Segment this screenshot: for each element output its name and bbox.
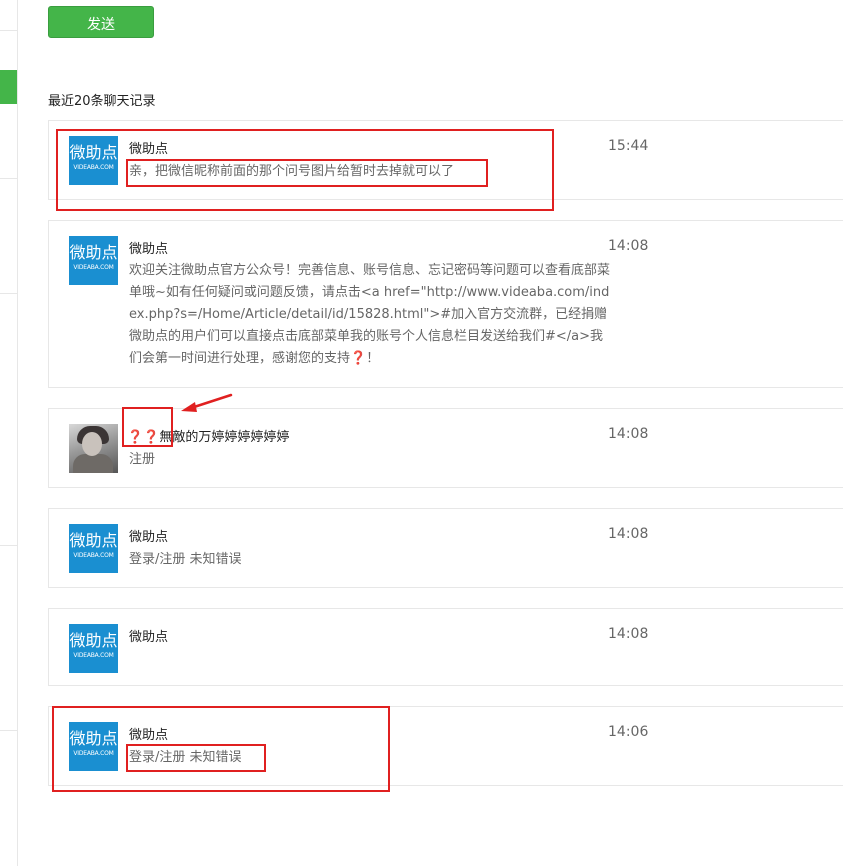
avatar-body-shape (73, 454, 113, 473)
message-item: 微助点 VIDEABA.COM 微助点 15:44 亲，把微信昵称前面的那个问号… (48, 120, 843, 200)
sender-name: 微助点 (129, 630, 169, 645)
message-item: 微助点 VIDEABA.COM 微助点 14:08 欢迎关注微助点官方公众号！完… (48, 220, 843, 388)
message-text: 登录/注册 未知错误 (129, 552, 242, 567)
message-time: 14:08 (608, 238, 649, 254)
sender-name-text: 無敵的万婷婷婷婷婷婷 (159, 430, 290, 445)
message-item: 微助点 VIDEABA.COM 微助点 14:08 (48, 608, 843, 686)
avatar-logo-subtext: VIDEABA.COM (73, 164, 114, 171)
avatar-logo-subtext: VIDEABA.COM (73, 652, 114, 659)
avatar-logo-subtext: VIDEABA.COM (73, 264, 114, 271)
avatar: 微助点 VIDEABA.COM (69, 524, 118, 573)
send-button[interactable]: 发送 (48, 6, 154, 38)
avatar-logo-text: 微助点 (69, 729, 118, 748)
sidebar-divider (0, 178, 17, 179)
sender-name: 微助点 (129, 530, 169, 545)
avatar: 微助点 VIDEABA.COM (69, 722, 118, 771)
avatar: 微助点 VIDEABA.COM (69, 236, 118, 285)
avatar-logo-subtext: VIDEABA.COM (73, 552, 114, 559)
avatar-logo-subtext: VIDEABA.COM (73, 750, 114, 757)
avatar-logo-text: 微助点 (69, 631, 118, 650)
avatar: 微助点 VIDEABA.COM (69, 136, 118, 185)
message-item: 微助点 VIDEABA.COM 微助点 14:08 登录/注册 未知错误 (48, 508, 843, 588)
avatar-logo-text: 微助点 (69, 243, 118, 262)
sidebar-divider (0, 30, 17, 31)
annotation-arrow-icon (181, 393, 233, 412)
avatar-face-shape (82, 432, 102, 456)
message-text: 注册 (129, 452, 156, 467)
message-time: 14:08 (608, 426, 649, 442)
question-mark-icon: ❓ (350, 351, 367, 366)
sidebar-edge (0, 0, 18, 866)
sender-name: 微助点 (129, 728, 169, 743)
sidebar-divider (0, 545, 17, 546)
avatar-logo-text: 微助点 (69, 531, 118, 550)
sender-name: ❓❓無敵的万婷婷婷婷婷婷 (127, 426, 289, 445)
message-item: 微助点 VIDEABA.COM 微助点 14:06 登录/注册 未知错误 (48, 706, 843, 786)
message-item: ❓❓無敵的万婷婷婷婷婷婷 14:08 注册 (48, 408, 843, 488)
question-mark-icon: ❓❓ (127, 430, 160, 445)
avatar-logo-text: 微助点 (69, 143, 118, 162)
message-time: 14:08 (608, 626, 649, 642)
section-title: 最近20条聊天记录 (48, 94, 156, 109)
message-text: 亲，把微信昵称前面的那个问号图片给暂时去掉就可以了 (129, 164, 455, 179)
message-text-end: ！ (366, 351, 380, 366)
avatar: 微助点 VIDEABA.COM (69, 624, 118, 673)
message-time: 15:44 (608, 138, 649, 154)
avatar-photo (69, 424, 118, 473)
message-text: 欢迎关注微助点官方公众号！完善信息、账号信息、忘记密码等问题可以查看底部菜单哦~… (129, 260, 611, 370)
sender-name: 微助点 (129, 142, 169, 157)
message-text: 登录/注册 未知错误 (129, 750, 242, 765)
message-time: 14:06 (608, 724, 649, 740)
sidebar-active-item[interactable] (0, 70, 17, 104)
sidebar-divider (0, 730, 17, 731)
sidebar-divider (0, 293, 17, 294)
sender-name: 微助点 (129, 242, 169, 257)
message-time: 14:08 (608, 526, 649, 542)
